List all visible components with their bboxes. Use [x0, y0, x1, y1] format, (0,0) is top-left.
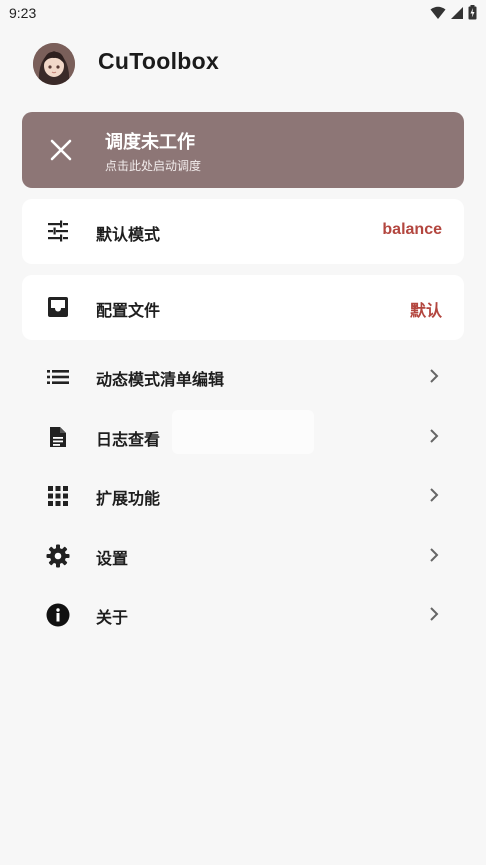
chevron-right-icon: [425, 605, 443, 623]
menu-label: 关于: [96, 608, 129, 627]
app-title: CuToolbox: [98, 48, 220, 74]
menu-item-about[interactable]: 关于: [0, 586, 486, 644]
document-icon: [46, 425, 70, 449]
apps-grid-icon: [46, 484, 70, 508]
wifi-icon: [430, 6, 446, 20]
config-file-value: 默认: [409, 303, 442, 320]
gear-icon: [46, 544, 70, 568]
chevron-right-icon: [425, 367, 443, 385]
chevron-right-icon: [425, 546, 443, 564]
config-file-label: 配置文件: [96, 301, 161, 320]
config-file-card[interactable]: 配置文件 默认: [22, 275, 464, 340]
info-icon: [46, 603, 70, 627]
menu-label: 扩展功能: [96, 489, 161, 508]
tune-icon: [46, 219, 70, 243]
cellular-signal-icon: [450, 6, 464, 20]
status-icons: [430, 5, 477, 20]
menu-item-extensions[interactable]: 扩展功能: [0, 467, 486, 525]
chevron-right-icon: [425, 427, 443, 445]
menu-label: 日志查看: [96, 430, 161, 449]
banner-subtitle: 点击此处启动调度: [105, 159, 202, 173]
battery-charging-icon: [468, 5, 477, 20]
app-header: CuToolbox: [0, 36, 486, 92]
default-mode-label: 默认模式: [96, 225, 161, 244]
menu-item-dynamic-mode-list[interactable]: 动态模式清单编辑: [0, 348, 486, 406]
default-mode-value: balance: [382, 221, 442, 238]
chevron-right-icon: [425, 486, 443, 504]
close-icon: [49, 138, 73, 162]
list-icon: [46, 365, 70, 389]
status-time: 9:23: [9, 5, 37, 21]
menu-label: 动态模式清单编辑: [96, 370, 225, 389]
menu-label: 设置: [96, 549, 129, 568]
scheduler-status-banner[interactable]: 调度未工作 点击此处启动调度: [22, 112, 464, 188]
status-bar: 9:23: [0, 0, 486, 26]
inbox-icon: [46, 295, 70, 319]
banner-title: 调度未工作: [105, 132, 195, 153]
default-mode-card[interactable]: 默认模式 balance: [22, 199, 464, 264]
avatar[interactable]: [33, 43, 75, 85]
menu-item-settings[interactable]: 设置: [0, 527, 486, 585]
toast-overlay: [172, 410, 314, 454]
